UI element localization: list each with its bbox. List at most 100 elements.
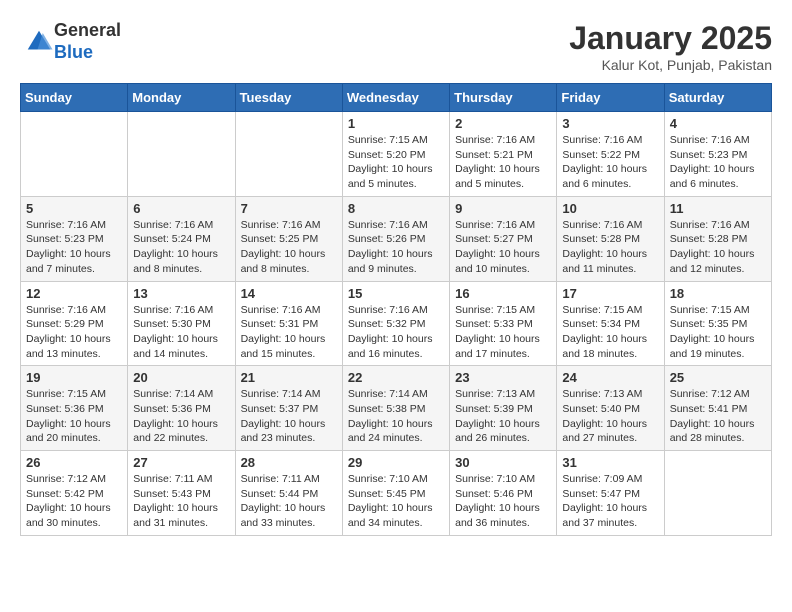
day-info: Sunrise: 7:12 AMSunset: 5:42 PMDaylight:… bbox=[26, 472, 122, 531]
calendar-cell: 9 Sunrise: 7:16 AMSunset: 5:27 PMDaylight… bbox=[450, 196, 557, 281]
day-number: 9 bbox=[455, 201, 551, 216]
day-info: Sunrise: 7:14 AMSunset: 5:36 PMDaylight:… bbox=[133, 387, 229, 446]
day-info: Sunrise: 7:16 AMSunset: 5:29 PMDaylight:… bbox=[26, 303, 122, 362]
day-number: 22 bbox=[348, 370, 444, 385]
calendar-cell: 20Sunrise: 7:14 AMSunset: 5:36 PMDayligh… bbox=[128, 366, 235, 451]
calendar-cell: 30 Sunrise: 7:10 AMSunset: 5:46 PMDayligh… bbox=[450, 451, 557, 536]
day-number: 18 bbox=[670, 286, 766, 301]
day-number: 11 bbox=[670, 201, 766, 216]
day-info: Sunrise: 7:16 AMSunset: 5:27 PMDaylight:… bbox=[455, 218, 551, 277]
calendar-table: SundayMondayTuesdayWednesdayThursdayFrid… bbox=[20, 83, 772, 536]
day-info: Sunrise: 7:13 AMSunset: 5:40 PMDaylight:… bbox=[562, 387, 658, 446]
day-info: Sunrise: 7:10 AMSunset: 5:45 PMDaylight:… bbox=[348, 472, 444, 531]
calendar-cell: 5 Sunrise: 7:16 AMSunset: 5:23 PMDaylight… bbox=[21, 196, 128, 281]
logo: General Blue bbox=[20, 20, 121, 63]
day-number: 16 bbox=[455, 286, 551, 301]
title-block: January 2025 Kalur Kot, Punjab, Pakistan bbox=[569, 20, 772, 73]
calendar-title: January 2025 bbox=[569, 20, 772, 57]
day-info: Sunrise: 7:15 AMSunset: 5:33 PMDaylight:… bbox=[455, 303, 551, 362]
day-info: Sunrise: 7:16 AMSunset: 5:32 PMDaylight:… bbox=[348, 303, 444, 362]
calendar-cell: 21Sunrise: 7:14 AMSunset: 5:37 PMDayligh… bbox=[235, 366, 342, 451]
logo-general-text: General bbox=[54, 20, 121, 42]
day-number: 28 bbox=[241, 455, 337, 470]
day-info: Sunrise: 7:16 AMSunset: 5:30 PMDaylight:… bbox=[133, 303, 229, 362]
day-info: Sunrise: 7:15 AMSunset: 5:20 PMDaylight:… bbox=[348, 133, 444, 192]
day-info: Sunrise: 7:12 AMSunset: 5:41 PMDaylight:… bbox=[670, 387, 766, 446]
day-number: 3 bbox=[562, 116, 658, 131]
calendar-cell: 1 Sunrise: 7:15 AMSunset: 5:20 PMDaylight… bbox=[342, 112, 449, 197]
day-info: Sunrise: 7:16 AMSunset: 5:21 PMDaylight:… bbox=[455, 133, 551, 192]
calendar-cell: 29 Sunrise: 7:10 AMSunset: 5:45 PMDayligh… bbox=[342, 451, 449, 536]
calendar-cell: 8 Sunrise: 7:16 AMSunset: 5:26 PMDaylight… bbox=[342, 196, 449, 281]
calendar-cell: 23 Sunrise: 7:13 AMSunset: 5:39 PMDayligh… bbox=[450, 366, 557, 451]
day-number: 19 bbox=[26, 370, 122, 385]
calendar-cell: 14Sunrise: 7:16 AMSunset: 5:31 PMDayligh… bbox=[235, 281, 342, 366]
day-number: 4 bbox=[670, 116, 766, 131]
day-number: 6 bbox=[133, 201, 229, 216]
calendar-cell: 3 Sunrise: 7:16 AMSunset: 5:22 PMDaylight… bbox=[557, 112, 664, 197]
day-number: 5 bbox=[26, 201, 122, 216]
calendar-cell: 19 Sunrise: 7:15 AMSunset: 5:36 PMDayligh… bbox=[21, 366, 128, 451]
weekday-header-sunday: Sunday bbox=[21, 84, 128, 112]
logo-icon bbox=[24, 27, 54, 57]
calendar-week-row: 12Sunrise: 7:16 AMSunset: 5:29 PMDayligh… bbox=[21, 281, 772, 366]
calendar-subtitle: Kalur Kot, Punjab, Pakistan bbox=[569, 57, 772, 73]
day-number: 30 bbox=[455, 455, 551, 470]
calendar-cell: 12Sunrise: 7:16 AMSunset: 5:29 PMDayligh… bbox=[21, 281, 128, 366]
calendar-week-row: 26 Sunrise: 7:12 AMSunset: 5:42 PMDayligh… bbox=[21, 451, 772, 536]
day-number: 25 bbox=[670, 370, 766, 385]
day-number: 13 bbox=[133, 286, 229, 301]
day-info: Sunrise: 7:13 AMSunset: 5:39 PMDaylight:… bbox=[455, 387, 551, 446]
weekday-header-monday: Monday bbox=[128, 84, 235, 112]
day-number: 10 bbox=[562, 201, 658, 216]
day-number: 31 bbox=[562, 455, 658, 470]
calendar-cell bbox=[21, 112, 128, 197]
day-number: 17 bbox=[562, 286, 658, 301]
weekday-header-friday: Friday bbox=[557, 84, 664, 112]
day-info: Sunrise: 7:11 AMSunset: 5:43 PMDaylight:… bbox=[133, 472, 229, 531]
day-info: Sunrise: 7:15 AMSunset: 5:35 PMDaylight:… bbox=[670, 303, 766, 362]
calendar-cell: 6 Sunrise: 7:16 AMSunset: 5:24 PMDaylight… bbox=[128, 196, 235, 281]
calendar-cell: 16 Sunrise: 7:15 AMSunset: 5:33 PMDayligh… bbox=[450, 281, 557, 366]
calendar-cell: 31 Sunrise: 7:09 AMSunset: 5:47 PMDayligh… bbox=[557, 451, 664, 536]
day-info: Sunrise: 7:16 AMSunset: 5:23 PMDaylight:… bbox=[670, 133, 766, 192]
day-number: 24 bbox=[562, 370, 658, 385]
day-info: Sunrise: 7:16 AMSunset: 5:31 PMDaylight:… bbox=[241, 303, 337, 362]
weekday-header-row: SundayMondayTuesdayWednesdayThursdayFrid… bbox=[21, 84, 772, 112]
weekday-header-tuesday: Tuesday bbox=[235, 84, 342, 112]
logo-blue-text: Blue bbox=[54, 42, 121, 64]
day-info: Sunrise: 7:14 AMSunset: 5:37 PMDaylight:… bbox=[241, 387, 337, 446]
day-info: Sunrise: 7:16 AMSunset: 5:28 PMDaylight:… bbox=[670, 218, 766, 277]
page-header: General Blue January 2025 Kalur Kot, Pun… bbox=[20, 20, 772, 73]
day-info: Sunrise: 7:09 AMSunset: 5:47 PMDaylight:… bbox=[562, 472, 658, 531]
day-info: Sunrise: 7:11 AMSunset: 5:44 PMDaylight:… bbox=[241, 472, 337, 531]
weekday-header-wednesday: Wednesday bbox=[342, 84, 449, 112]
day-info: Sunrise: 7:15 AMSunset: 5:36 PMDaylight:… bbox=[26, 387, 122, 446]
day-info: Sunrise: 7:14 AMSunset: 5:38 PMDaylight:… bbox=[348, 387, 444, 446]
day-info: Sunrise: 7:16 AMSunset: 5:28 PMDaylight:… bbox=[562, 218, 658, 277]
day-number: 1 bbox=[348, 116, 444, 131]
calendar-week-row: 5 Sunrise: 7:16 AMSunset: 5:23 PMDaylight… bbox=[21, 196, 772, 281]
calendar-cell: 18 Sunrise: 7:15 AMSunset: 5:35 PMDayligh… bbox=[664, 281, 771, 366]
day-info: Sunrise: 7:16 AMSunset: 5:24 PMDaylight:… bbox=[133, 218, 229, 277]
day-info: Sunrise: 7:16 AMSunset: 5:23 PMDaylight:… bbox=[26, 218, 122, 277]
day-info: Sunrise: 7:16 AMSunset: 5:26 PMDaylight:… bbox=[348, 218, 444, 277]
day-info: Sunrise: 7:16 AMSunset: 5:25 PMDaylight:… bbox=[241, 218, 337, 277]
calendar-cell bbox=[664, 451, 771, 536]
day-info: Sunrise: 7:10 AMSunset: 5:46 PMDaylight:… bbox=[455, 472, 551, 531]
day-number: 26 bbox=[26, 455, 122, 470]
day-number: 8 bbox=[348, 201, 444, 216]
calendar-cell: 26 Sunrise: 7:12 AMSunset: 5:42 PMDayligh… bbox=[21, 451, 128, 536]
calendar-cell: 11 Sunrise: 7:16 AMSunset: 5:28 PMDayligh… bbox=[664, 196, 771, 281]
calendar-cell: 27Sunrise: 7:11 AMSunset: 5:43 PMDayligh… bbox=[128, 451, 235, 536]
calendar-cell: 28 Sunrise: 7:11 AMSunset: 5:44 PMDayligh… bbox=[235, 451, 342, 536]
calendar-cell bbox=[128, 112, 235, 197]
day-info: Sunrise: 7:16 AMSunset: 5:22 PMDaylight:… bbox=[562, 133, 658, 192]
day-number: 7 bbox=[241, 201, 337, 216]
calendar-week-row: 1 Sunrise: 7:15 AMSunset: 5:20 PMDaylight… bbox=[21, 112, 772, 197]
calendar-cell: 24 Sunrise: 7:13 AMSunset: 5:40 PMDayligh… bbox=[557, 366, 664, 451]
calendar-cell bbox=[235, 112, 342, 197]
day-number: 15 bbox=[348, 286, 444, 301]
day-number: 23 bbox=[455, 370, 551, 385]
day-number: 29 bbox=[348, 455, 444, 470]
